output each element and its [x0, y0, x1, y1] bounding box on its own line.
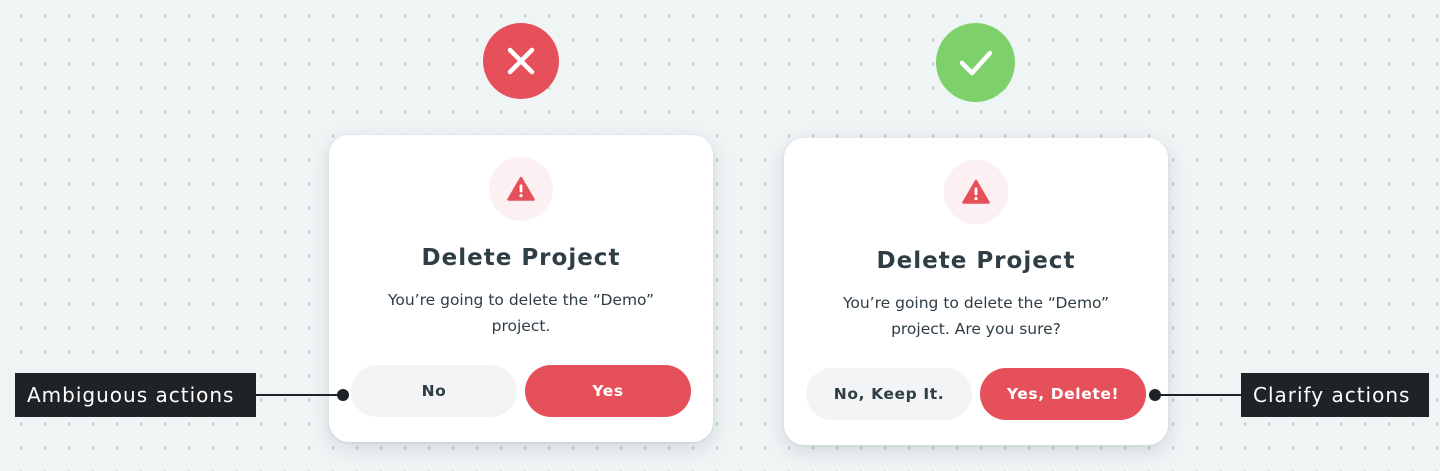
bad-example-badge — [483, 23, 559, 99]
good-example-badge — [936, 23, 1015, 102]
dialog-title: Delete Project — [876, 248, 1076, 274]
annotation-dot-right — [1149, 389, 1161, 401]
annotation-dot-left — [337, 389, 349, 401]
warning-triangle-icon — [962, 179, 990, 204]
check-icon — [959, 50, 992, 75]
yes-button[interactable]: Yes — [525, 365, 691, 417]
delete-dialog-ambiguous: Delete Project You’re going to delete th… — [329, 135, 713, 442]
alert-icon-circle — [489, 157, 553, 221]
dialog-message: You’re going to delete the “Demo” projec… — [842, 294, 1110, 338]
dialog-message: You’re going to delete the “Demo” projec… — [387, 291, 655, 335]
annotation-ambiguous-actions: Ambiguous actions — [15, 373, 256, 417]
keep-project-button[interactable]: No, Keep It. — [806, 368, 972, 420]
annotation-clarify-actions: Clarify actions — [1241, 373, 1429, 417]
dialog-title: Delete Project — [421, 245, 621, 271]
alert-icon-circle — [944, 160, 1008, 224]
close-x-icon — [507, 47, 535, 75]
annotation-connector-left — [256, 394, 342, 396]
delete-project-button[interactable]: Yes, Delete! — [980, 368, 1146, 420]
annotation-connector-right — [1155, 394, 1241, 396]
delete-dialog-clear: Delete Project You’re going to delete th… — [784, 138, 1168, 445]
warning-triangle-icon — [507, 176, 535, 201]
no-button[interactable]: No — [351, 365, 517, 417]
